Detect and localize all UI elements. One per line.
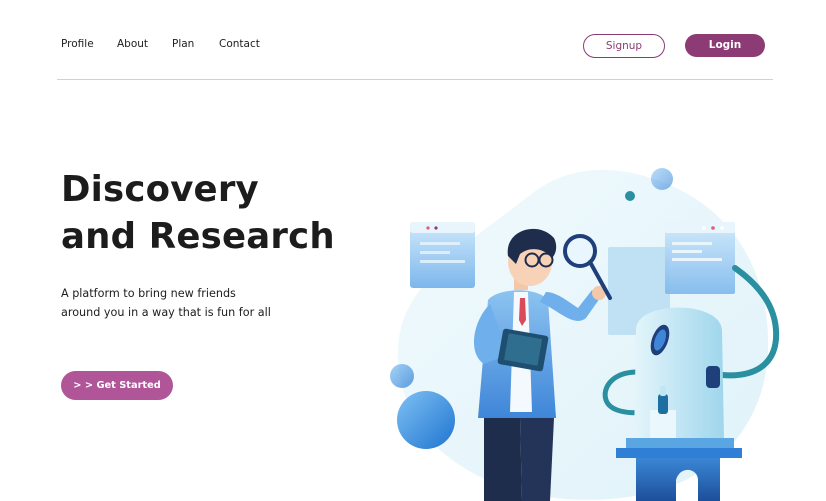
ball-left-small (390, 364, 414, 388)
nav-link-plan[interactable]: Plan (172, 38, 194, 50)
get-started-button[interactable]: > > Get Started (61, 371, 173, 400)
hero-title-line-2: and Research (61, 216, 335, 257)
nav-link-contact[interactable]: Contact (219, 38, 260, 50)
signup-button[interactable]: Signup (583, 34, 665, 58)
top-navigation: Profile About Plan Contact Signup Login (0, 0, 826, 80)
hero-subtitle-line-2: around you in a way that is fun for all (61, 305, 271, 319)
ball-top (651, 168, 673, 190)
ball-left-large (397, 391, 455, 449)
nav-link-about[interactable]: About (117, 38, 148, 50)
hero-title-line-1: Discovery (61, 169, 259, 210)
hero-subtitle: A platform to bring new friends around y… (61, 285, 321, 322)
hero-title: Discovery and Research (61, 166, 335, 260)
ball-small-teal (625, 191, 635, 201)
hero-subtitle-line-1: A platform to bring new friends (61, 287, 236, 300)
nav-link-profile[interactable]: Profile (61, 38, 94, 50)
header-divider (57, 79, 773, 80)
browser-window-left-icon (410, 222, 475, 288)
login-button[interactable]: Login (685, 34, 765, 57)
scientist-illustration (390, 168, 780, 501)
